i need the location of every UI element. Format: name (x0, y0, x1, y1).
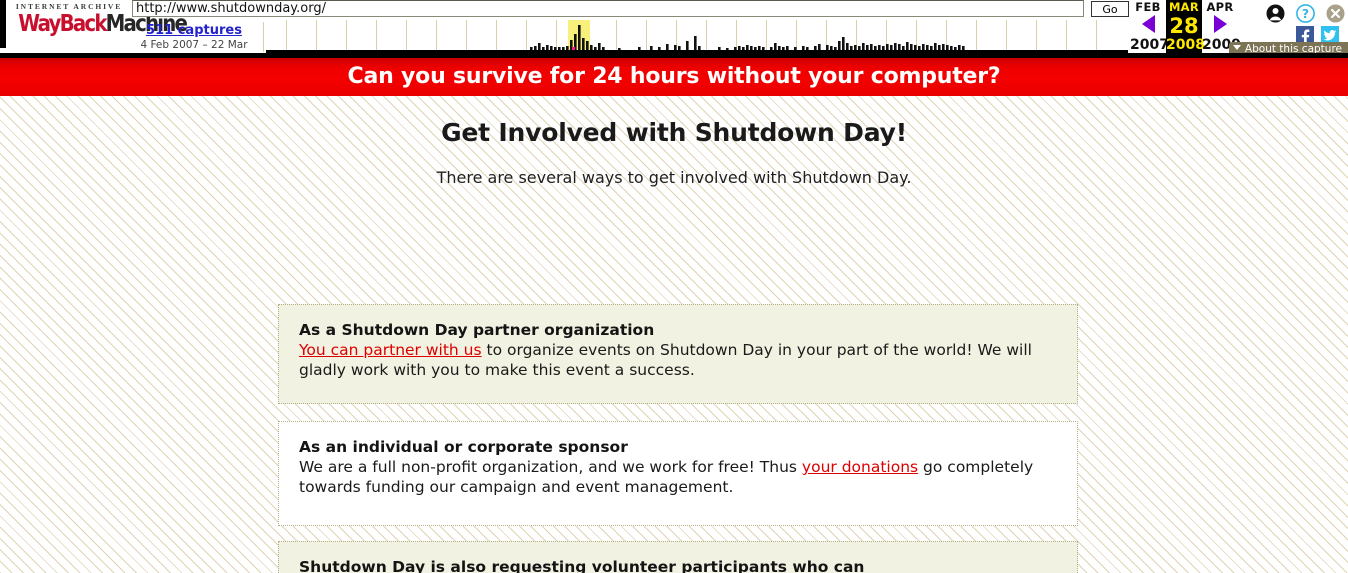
captures-timeline-sparkline[interactable] (266, 20, 1128, 54)
current-month-label: MAR (1168, 0, 1200, 14)
toolbar-divider (263, 22, 264, 52)
wordmark-wayback: WayBack (18, 11, 107, 37)
box-body: We are a full non-profit organization, a… (299, 458, 1057, 497)
url-bar-row: Go (132, 0, 1134, 18)
box-heading: As an individual or corporate sponsor (299, 438, 628, 456)
wayback-machine-wordmark: WayBackMachine (18, 11, 188, 37)
about-this-capture-button[interactable]: About this capture (1228, 42, 1348, 55)
page-title: Get Involved with Shutdown Day! (441, 118, 907, 147)
svg-text:?: ? (1302, 7, 1309, 21)
date-col-current: MAR 28 2008 (1166, 0, 1205, 53)
date-navigator: FEB 2007 MAR 28 2008 APR 2009 (1130, 0, 1241, 53)
prev-capture-arrow-icon[interactable] (1141, 15, 1155, 33)
involvement-box-partner: As a Shutdown Day partner organization Y… (278, 304, 1078, 404)
box-heading: As a Shutdown Day partner organization (299, 321, 655, 339)
user-circle-icon[interactable] (1266, 4, 1285, 28)
help-question-icon[interactable]: ? (1296, 4, 1315, 28)
page-subtitle: There are several ways to get involved w… (436, 168, 912, 187)
page-content: Get Involved with Shutdown Day! There ar… (0, 96, 1348, 573)
next-month-label: APR (1206, 0, 1234, 14)
involvement-box-volunteer: Shutdown Day is also requesting voluntee… (278, 541, 1078, 573)
box-body: You can partner with us to organize even… (299, 341, 1057, 380)
box-heading: Shutdown Day is also requesting voluntee… (299, 558, 865, 573)
prev-month-label: FEB (1135, 0, 1161, 14)
partner-with-us-link[interactable]: You can partner with us (299, 341, 482, 359)
go-button[interactable]: Go (1091, 1, 1129, 17)
current-day-label: 28 (1169, 14, 1199, 38)
about-this-capture-label: About this capture (1244, 43, 1342, 55)
captures-date-range: 4 Feb 2007 – 22 Mar 2022 (140, 39, 248, 58)
next-capture-arrow-icon[interactable] (1213, 15, 1227, 33)
url-input[interactable] (132, 0, 1084, 17)
chevron-down-icon (1232, 45, 1241, 50)
site-banner-text: Can you survive for 24 hours without you… (347, 64, 1001, 89)
site-banner: Can you survive for 24 hours without you… (0, 58, 1348, 96)
captures-count-link[interactable]: 511 captures (130, 23, 258, 38)
your-donations-link[interactable]: your donations (802, 458, 918, 476)
close-x-icon[interactable] (1326, 4, 1345, 28)
captures-summary: 511 captures 4 Feb 2007 – 22 Mar 2022 (130, 23, 258, 58)
involvement-box-sponsor: As an individual or corporate sponsor We… (278, 421, 1078, 526)
prev-year-label: 2007 (1130, 37, 1169, 53)
date-col-previous[interactable]: FEB 2007 (1130, 0, 1169, 53)
wayback-toolbar: INTERNET ARCHIVE WayBackMachine Go 511 c… (0, 0, 1348, 58)
box-body-text-before: We are a full non-profit organization, a… (299, 458, 802, 476)
current-year-label: 2008 (1166, 37, 1205, 53)
wayback-machine-logo[interactable]: INTERNET ARCHIVE WayBackMachine (10, 2, 188, 44)
